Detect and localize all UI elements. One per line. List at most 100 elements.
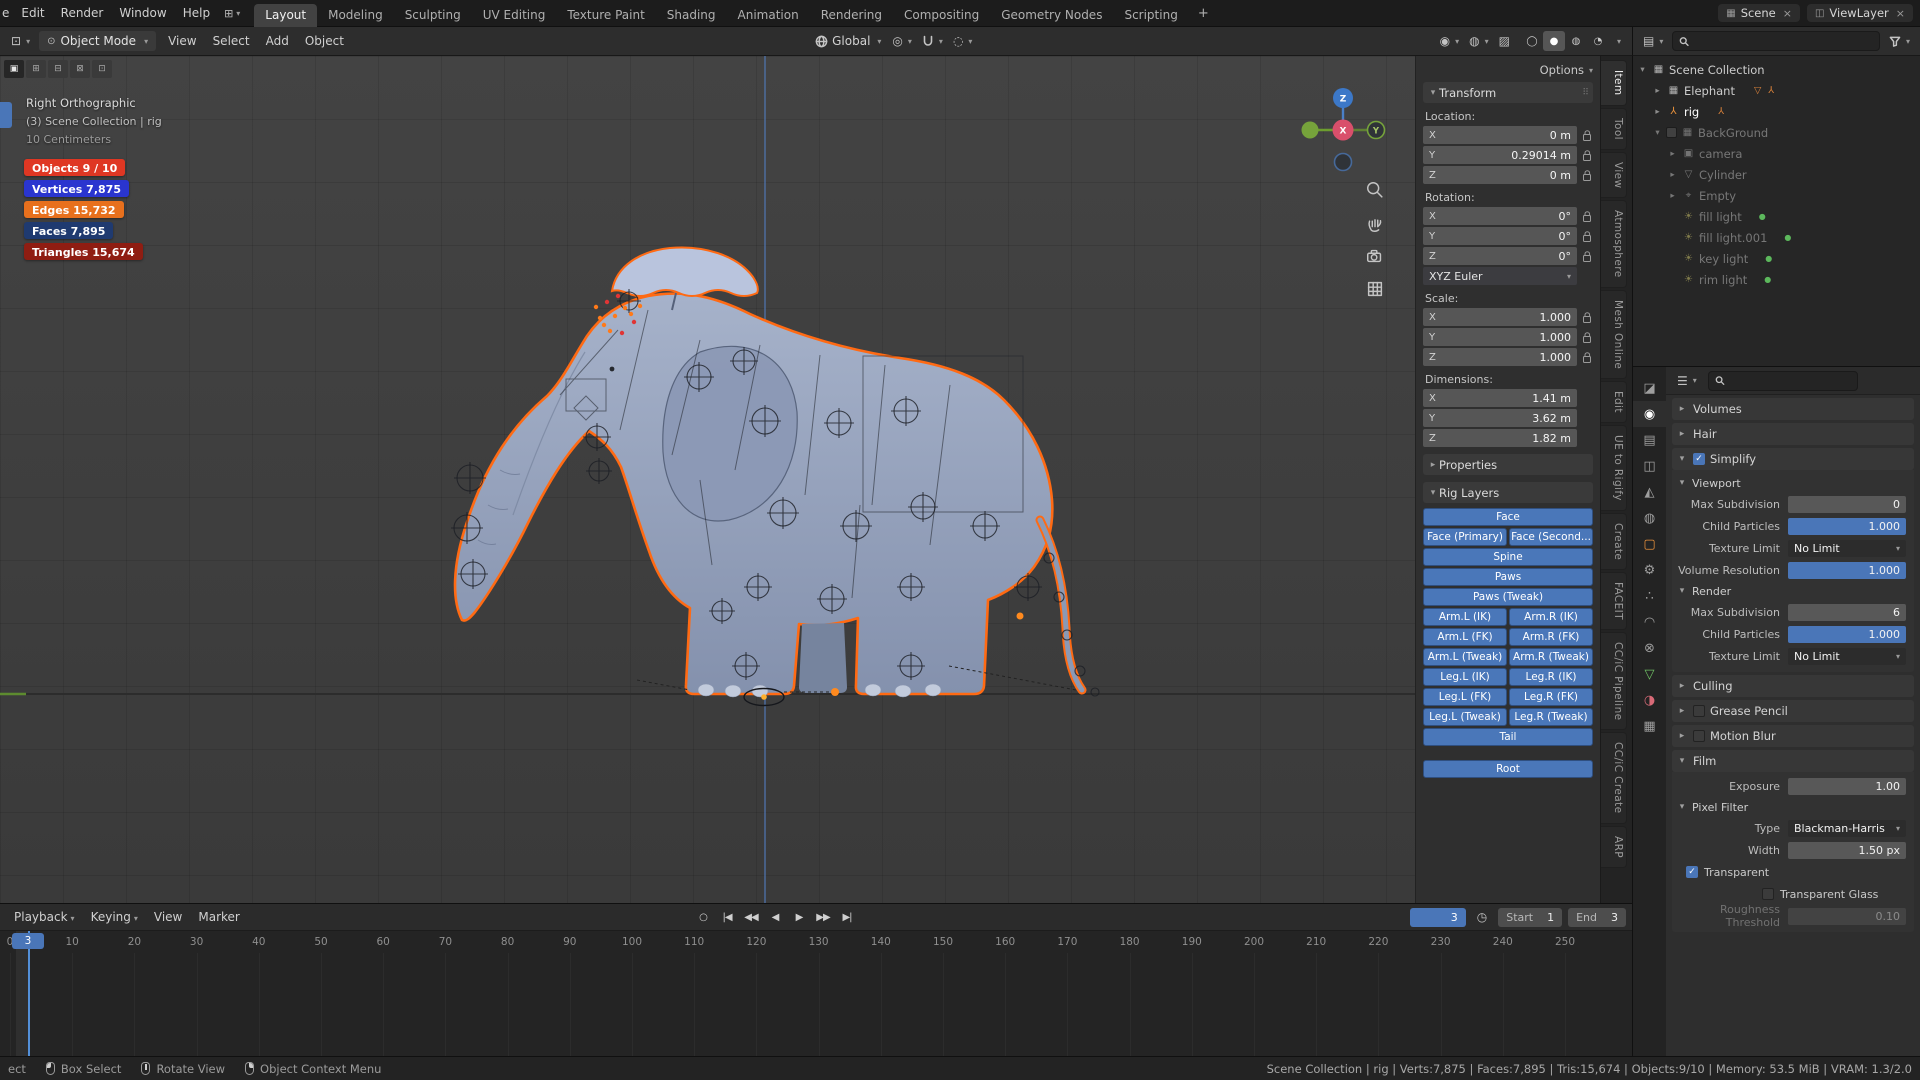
expand-icon[interactable]: ▾: [1652, 128, 1663, 138]
rig-layer-button[interactable]: Arm.R (IK): [1509, 608, 1593, 626]
current-frame-field[interactable]: 3: [1409, 907, 1466, 927]
filter-type-dropdown[interactable]: Blackman-Harris ▾: [1788, 819, 1906, 837]
workspace-tab[interactable]: Animation: [727, 4, 810, 27]
transport-button[interactable]: ▶: [788, 907, 810, 927]
lock-icon[interactable]: [1581, 129, 1593, 141]
workspace-tab[interactable]: Texture Paint: [556, 4, 655, 27]
rig-layer-button[interactable]: Arm.R (FK): [1509, 628, 1593, 646]
workspace-tab[interactable]: Scripting: [1113, 4, 1188, 27]
workspace-tab[interactable]: Sculpting: [394, 4, 472, 27]
transport-button[interactable]: ▶|: [836, 907, 858, 927]
outliner-row[interactable]: fill light ●: [1633, 206, 1920, 227]
lock-icon[interactable]: [1581, 351, 1593, 363]
visibility-dropdown[interactable]: ◉ ▾: [1435, 34, 1465, 48]
rotation-field[interactable]: X 0°: [1423, 207, 1577, 225]
rig-root-button[interactable]: Root: [1423, 760, 1593, 778]
panel-film[interactable]: ▾ Film: [1672, 750, 1914, 772]
sidebar-tab[interactable]: Atmosphere: [1601, 200, 1627, 288]
menu-item[interactable]: Render: [53, 6, 112, 20]
property-field[interactable]: 6: [1788, 603, 1906, 621]
workspace-tab[interactable]: Modeling: [317, 4, 394, 27]
rotation-mode-dropdown[interactable]: XYZ Euler ▾: [1423, 267, 1577, 285]
properties-tab[interactable]: ⚙: [1633, 557, 1666, 583]
shading-mode-button[interactable]: ◔: [1587, 31, 1609, 51]
frame-ruler[interactable]: 0 10 20 30 40 50 60 70 80 90 100 110 120 130 140 150 160…: [0, 931, 1632, 1056]
rig-layer-button[interactable]: Face (Primary): [1423, 528, 1507, 546]
snap-magnet-icon[interactable]: ▾: [917, 35, 948, 48]
rig-layer-button[interactable]: Leg.R (Tweak): [1509, 708, 1593, 726]
properties-tab[interactable]: ◠: [1633, 609, 1666, 635]
sidebar-tab[interactable]: ARP: [1601, 825, 1627, 868]
rig-layer-button[interactable]: Arm.L (IK): [1423, 608, 1507, 626]
panel-motion-blur[interactable]: ▸ Motion Blur: [1672, 725, 1914, 747]
remove-viewlayer-icon[interactable]: ×: [1896, 7, 1905, 20]
scale-field[interactable]: Y 1.000: [1423, 328, 1577, 346]
frame-start-field[interactable]: Start 1: [1498, 907, 1563, 927]
transform-orientation-dropdown[interactable]: Global ▾: [809, 34, 887, 48]
workspace-tab[interactable]: Layout: [254, 3, 318, 27]
workspace-tab[interactable]: UV Editing: [472, 4, 557, 27]
outliner-row[interactable]: fill light.001 ●: [1633, 227, 1920, 248]
panel-hair[interactable]: ▸ Hair: [1672, 423, 1914, 445]
overlays-dropdown[interactable]: ◍ ▾: [1464, 34, 1494, 48]
transport-button[interactable]: ▶▶: [812, 907, 834, 927]
timeline-menu-item[interactable]: Keying ▾: [83, 910, 146, 924]
sidebar-tab[interactable]: Create: [1601, 512, 1627, 570]
outliner-search-input[interactable]: [1693, 35, 1873, 47]
grid-toggle-icon[interactable]: [1363, 277, 1387, 301]
simplify-render-header[interactable]: ▾ Render: [1676, 581, 1910, 601]
collection-checkbox[interactable]: [1666, 127, 1677, 138]
properties-tab[interactable]: ◑: [1633, 687, 1666, 713]
transparent-glass-checkbox[interactable]: [1762, 888, 1774, 900]
editor-type-icon[interactable]: ⊡ ▾: [6, 34, 35, 48]
rig-layer-button[interactable]: Paws (Tweak): [1423, 588, 1593, 606]
rig-layer-button[interactable]: Arm.L (Tweak): [1423, 648, 1507, 666]
active-tool-button[interactable]: [0, 102, 12, 128]
roughness-field[interactable]: 0.10: [1788, 907, 1906, 925]
workspace-tab[interactable]: Rendering: [810, 4, 893, 27]
viewport-menu-item[interactable]: View: [160, 34, 204, 48]
scale-field[interactable]: X 1.000: [1423, 308, 1577, 326]
property-field[interactable]: 1.000: [1788, 561, 1906, 579]
playhead[interactable]: 3: [12, 931, 44, 1056]
timeline-menu-item[interactable]: Marker: [190, 910, 247, 924]
viewport-3d[interactable]: ▣ ⊞ ⊟ ⊠ ⊡ Right Orthographic (3) Scene Colle…: [0, 56, 1415, 903]
rig-layer-button[interactable]: Paws: [1423, 568, 1593, 586]
transparent-checkbox[interactable]: ✓: [1686, 866, 1698, 878]
sidebar-tab[interactable]: Tool: [1601, 107, 1627, 150]
transport-button[interactable]: |◀: [716, 907, 738, 927]
scale-field[interactable]: Z 1.000: [1423, 348, 1577, 366]
rig-layer-button[interactable]: Leg.L (FK): [1423, 688, 1507, 706]
sidebar-tab[interactable]: CC/iC Create: [1601, 732, 1627, 824]
expand-icon[interactable]: ▸: [1652, 107, 1663, 117]
options-dropdown[interactable]: Options ▾: [1540, 63, 1593, 77]
panel-grip-icon[interactable]: ⠿: [1582, 88, 1589, 98]
lock-icon[interactable]: [1581, 250, 1593, 262]
pivot-point-dropdown[interactable]: ◎ ▾: [887, 34, 917, 48]
property-field[interactable]: No Limit ▾: [1788, 539, 1906, 557]
rig-layer-button[interactable]: Leg.L (Tweak): [1423, 708, 1507, 726]
properties-tab[interactable]: ▤: [1633, 427, 1666, 453]
properties-tab[interactable]: ◪: [1633, 375, 1666, 401]
sidebar-tab[interactable]: View: [1601, 151, 1627, 199]
sidebar-tab[interactable]: Mesh Online: [1601, 289, 1627, 379]
rig-layers-panel-header[interactable]: ▾ Rig Layers: [1423, 482, 1593, 503]
panel-volumes[interactable]: ▸ Volumes: [1672, 398, 1914, 420]
location-field[interactable]: Y 0.29014 m: [1423, 146, 1577, 164]
properties-tab[interactable]: ◭: [1633, 479, 1666, 505]
transform-panel-header[interactable]: ▾ Transform ⠿: [1423, 82, 1593, 103]
properties-tab[interactable]: ⊗: [1633, 635, 1666, 661]
outliner-editor-icon[interactable]: ▤ ▾: [1638, 34, 1668, 48]
expand-icon[interactable]: ▸: [1667, 170, 1678, 180]
rig-layer-button[interactable]: Leg.L (IK): [1423, 668, 1507, 686]
outliner-row[interactable]: ▸ rig ⅄: [1633, 101, 1920, 122]
pixel-filter-header[interactable]: ▾ Pixel Filter: [1676, 797, 1910, 817]
dimension-field[interactable]: Z 1.82 m: [1423, 429, 1577, 447]
lock-icon[interactable]: [1581, 311, 1593, 323]
motion-blur-checkbox[interactable]: [1693, 730, 1705, 742]
location-field[interactable]: Z0 m: [1423, 166, 1577, 184]
timeline-track[interactable]: 0 10 20 30 40 50 60 70 80 90 100 110 120 130 140 150 160…: [0, 931, 1632, 1056]
dimension-field[interactable]: Y 3.62 m: [1423, 409, 1577, 427]
panel-simplify[interactable]: ▾ ✓ Simplify: [1672, 448, 1914, 470]
exposure-field[interactable]: 1.00: [1788, 777, 1906, 795]
